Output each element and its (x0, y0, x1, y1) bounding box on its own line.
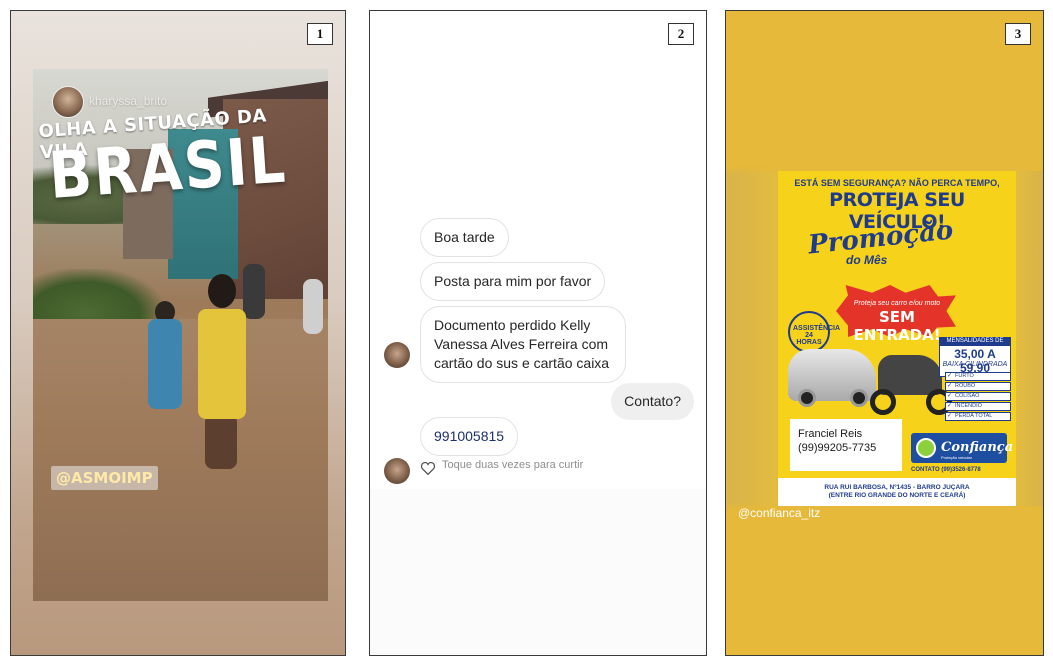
avatar[interactable] (384, 458, 410, 484)
ad-feature-item: COLISÃO (945, 392, 1011, 401)
incoming-message[interactable]: Documento perdido Kelly Vanessa Alves Fe… (420, 306, 626, 383)
ad-cilindrada: BAIXA CILINDRADA (942, 361, 1008, 368)
incoming-message-phone[interactable]: 991005815 (420, 417, 519, 456)
ad-feature-item: FURTO (945, 372, 1011, 381)
ad-mensalidades-label: MENSALIDADES DE (939, 337, 1011, 345)
avatar[interactable] (52, 86, 84, 118)
panel-number-badge: 3 (1005, 23, 1031, 45)
incoming-message[interactable]: Posta para mim por favor (420, 262, 606, 301)
ad-address-line1: RUA RUI BARBOSA, Nº1435 - BARRO JUÇARA (824, 484, 970, 491)
ad-headline-small: ESTÁ SEM SEGURANÇA? NÃO PERCA TEMPO, (794, 178, 1000, 188)
double-tap-like-hint: Toque duas vezes para curtir (442, 459, 584, 471)
ad-feature-item: PERDA TOTAL (945, 412, 1011, 421)
panel-number-badge: 1 (307, 23, 333, 45)
story-handle[interactable]: @confianca_itz (738, 506, 820, 520)
incoming-message[interactable]: Boa tarde (420, 218, 509, 257)
brand-logo: Confiança Proteção veicular (911, 433, 1013, 463)
chat-panel-2: 2 Boa tarde Posta para mim por favor Doc… (369, 10, 707, 656)
shield-icon (916, 438, 936, 458)
ad-contact-line: CONTATO (99)3526-8778 (911, 467, 981, 473)
mention-tag[interactable]: @ASMOIMP (51, 466, 158, 490)
ad-contact-box: Franciel Reis (99)99205-7735 (790, 419, 902, 471)
ad-contact-name: Franciel Reis (798, 428, 863, 440)
story-panel-3: 3 ESTÁ SEM SEGURANÇA? NÃO PERCA TEMPO, P… (725, 10, 1044, 656)
ad-badge-text: ASSISTÊNCIA 24 HORAS (793, 325, 841, 346)
ad-feature-item: ROUBO (945, 382, 1011, 391)
ad-burst-big-text: SEM ENTRADA! (853, 308, 941, 344)
heart-icon[interactable] (420, 461, 436, 475)
ad-address: RUA RUI BARBOSA, Nº1435 - BARRO JUÇARA (… (778, 478, 1016, 506)
outgoing-message[interactable]: Contato? (611, 383, 694, 420)
ad-address-line2: (ENTRE RIO GRANDE DO NORTE E CEARÁ) (828, 492, 966, 499)
panel-number-badge: 2 (668, 23, 694, 45)
story-username[interactable]: kharyssa_brito (89, 94, 167, 108)
brand-subtitle: Proteção veicular (941, 455, 972, 460)
story-panel-1: 1 OLHA A SITUAÇÃO DA VILA BRASIL kharyss… (10, 10, 346, 656)
avatar[interactable] (384, 342, 410, 368)
ad-burst-small-text: Proteja seu carro e/ou moto (853, 300, 941, 307)
ad-feature-item: INCÊNDIO (945, 402, 1011, 411)
ad-promo-suffix: do Mês (846, 253, 888, 267)
brand-name: Confiança (941, 440, 1014, 455)
advertisement-image: ESTÁ SEM SEGURANÇA? NÃO PERCA TEMPO, PRO… (778, 171, 1016, 506)
ad-contact-phone: (99)99205-7735 (798, 442, 877, 454)
